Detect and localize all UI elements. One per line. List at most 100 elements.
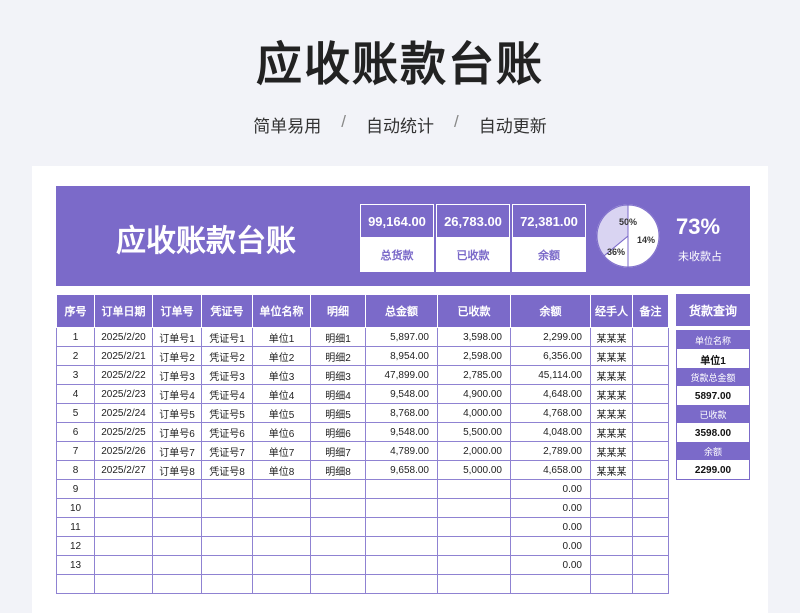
table-cell[interactable] — [590, 574, 633, 594]
table-cell[interactable]: 明细1 — [310, 327, 366, 347]
table-cell[interactable]: 2025/2/20 — [94, 327, 153, 347]
table-cell[interactable] — [510, 574, 591, 594]
table-cell[interactable] — [152, 517, 202, 537]
table-cell[interactable] — [437, 498, 511, 518]
table-cell[interactable]: 9,548.00 — [365, 422, 438, 442]
table-cell[interactable] — [201, 536, 253, 556]
column-header[interactable]: 备注 — [632, 294, 669, 328]
table-cell[interactable] — [94, 498, 153, 518]
column-header[interactable]: 凭证号 — [201, 294, 253, 328]
table-cell[interactable]: 订单号4 — [152, 384, 202, 404]
table-cell[interactable]: 3 — [56, 365, 95, 385]
table-cell[interactable] — [201, 574, 253, 594]
table-cell[interactable]: 9 — [56, 479, 95, 499]
table-cell[interactable] — [590, 517, 633, 537]
table-cell[interactable]: 8,954.00 — [365, 346, 438, 366]
table-cell[interactable]: 2025/2/26 — [94, 441, 153, 461]
table-cell[interactable] — [365, 574, 438, 594]
column-header[interactable]: 经手人 — [590, 294, 633, 328]
table-cell[interactable] — [94, 574, 153, 594]
table-cell[interactable] — [310, 517, 366, 537]
table-cell[interactable]: 凭证号4 — [201, 384, 253, 404]
table-cell[interactable] — [365, 498, 438, 518]
table-cell[interactable]: 5,897.00 — [365, 327, 438, 347]
table-cell[interactable] — [632, 460, 669, 480]
table-cell[interactable] — [632, 441, 669, 461]
column-header[interactable]: 余额 — [510, 294, 591, 328]
table-cell[interactable]: 10 — [56, 498, 95, 518]
table-cell[interactable] — [310, 574, 366, 594]
table-cell[interactable]: 订单号1 — [152, 327, 202, 347]
table-cell[interactable]: 明细7 — [310, 441, 366, 461]
table-cell[interactable] — [310, 498, 366, 518]
table-cell[interactable] — [632, 346, 669, 366]
table-cell[interactable]: 2,785.00 — [437, 365, 511, 385]
table-cell[interactable]: 5,000.00 — [437, 460, 511, 480]
table-cell[interactable] — [365, 536, 438, 556]
table-cell[interactable] — [437, 536, 511, 556]
table-cell[interactable]: 4,658.00 — [510, 460, 591, 480]
table-cell[interactable]: 单位4 — [252, 384, 311, 404]
table-cell[interactable]: 8,768.00 — [365, 403, 438, 423]
table-cell[interactable]: 2025/2/24 — [94, 403, 153, 423]
table-cell[interactable] — [252, 498, 311, 518]
column-header[interactable]: 单位名称 — [252, 294, 311, 328]
stat-balance[interactable]: 72,381.00 余额 — [512, 204, 586, 272]
table-cell[interactable] — [437, 479, 511, 499]
table-cell[interactable]: 12 — [56, 536, 95, 556]
table-cell[interactable]: 订单号7 — [152, 441, 202, 461]
table-cell[interactable] — [152, 479, 202, 499]
table-cell[interactable]: 2,598.00 — [437, 346, 511, 366]
table-cell[interactable] — [632, 555, 669, 575]
table-cell[interactable] — [632, 536, 669, 556]
table-cell[interactable]: 明细3 — [310, 365, 366, 385]
table-cell[interactable]: 4,648.00 — [510, 384, 591, 404]
table-cell[interactable] — [590, 536, 633, 556]
table-cell[interactable]: 6,356.00 — [510, 346, 591, 366]
table-cell[interactable]: 2025/2/23 — [94, 384, 153, 404]
table-cell[interactable] — [365, 479, 438, 499]
table-cell[interactable] — [310, 555, 366, 575]
table-cell[interactable] — [632, 517, 669, 537]
column-header[interactable]: 明细 — [310, 294, 366, 328]
table-cell[interactable] — [252, 517, 311, 537]
column-header[interactable]: 已收款 — [437, 294, 511, 328]
table-cell[interactable]: 8 — [56, 460, 95, 480]
table-cell[interactable]: 2,299.00 — [510, 327, 591, 347]
table-cell[interactable]: 单位3 — [252, 365, 311, 385]
table-cell[interactable]: 2025/2/21 — [94, 346, 153, 366]
table-cell[interactable]: 订单号3 — [152, 365, 202, 385]
table-cell[interactable] — [152, 574, 202, 594]
table-cell[interactable]: 凭证号2 — [201, 346, 253, 366]
stat-total-goods[interactable]: 99,164.00 总货款 — [360, 204, 434, 272]
column-header[interactable]: 序号 — [56, 294, 95, 328]
table-cell[interactable]: 5 — [56, 403, 95, 423]
table-cell[interactable] — [252, 536, 311, 556]
table-cell[interactable] — [632, 327, 669, 347]
table-cell[interactable] — [94, 536, 153, 556]
table-cell[interactable]: 某某某 — [590, 346, 633, 366]
column-header[interactable]: 订单号 — [152, 294, 202, 328]
table-cell[interactable]: 45,114.00 — [510, 365, 591, 385]
table-cell[interactable]: 11 — [56, 517, 95, 537]
table-cell[interactable] — [56, 574, 95, 594]
table-cell[interactable] — [94, 479, 153, 499]
column-header[interactable]: 订单日期 — [94, 294, 153, 328]
table-cell[interactable]: 明细4 — [310, 384, 366, 404]
table-cell[interactable]: 某某某 — [590, 384, 633, 404]
table-cell[interactable]: 2025/2/27 — [94, 460, 153, 480]
table-cell[interactable] — [152, 536, 202, 556]
table-cell[interactable] — [201, 555, 253, 575]
table-cell[interactable]: 0.00 — [510, 536, 591, 556]
table-cell[interactable] — [632, 574, 669, 594]
table-cell[interactable] — [437, 517, 511, 537]
table-cell[interactable]: 2025/2/25 — [94, 422, 153, 442]
table-cell[interactable] — [94, 517, 153, 537]
table-cell[interactable]: 订单号5 — [152, 403, 202, 423]
table-cell[interactable]: 5,500.00 — [437, 422, 511, 442]
table-cell[interactable] — [632, 403, 669, 423]
table-cell[interactable]: 单位8 — [252, 460, 311, 480]
table-cell[interactable]: 订单号8 — [152, 460, 202, 480]
table-cell[interactable] — [632, 422, 669, 442]
table-cell[interactable]: 4,048.00 — [510, 422, 591, 442]
